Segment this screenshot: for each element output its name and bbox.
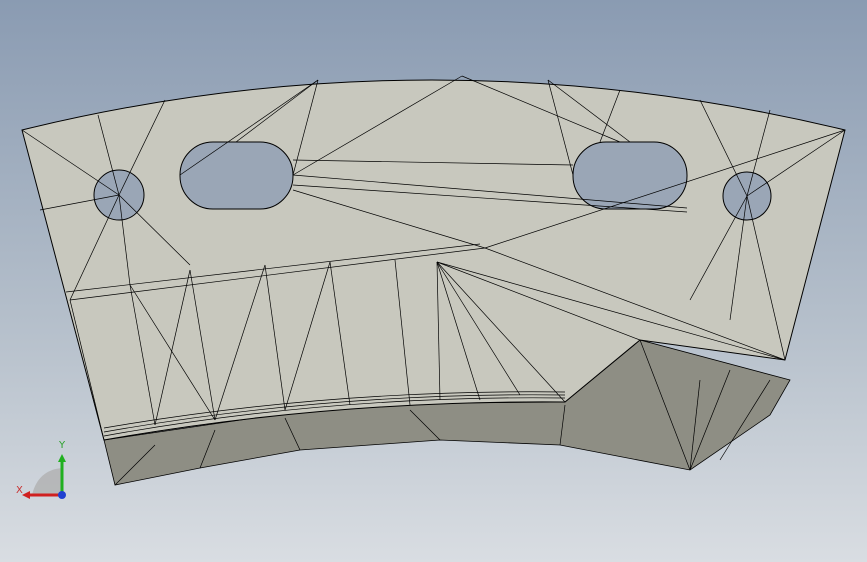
coordinate-triad: X Y: [14, 440, 74, 510]
y-axis-head: [58, 454, 66, 462]
triad-plane-icon: [32, 468, 62, 495]
right-slot-hole: [572, 141, 688, 210]
graphics-viewport[interactable]: X Y: [0, 0, 867, 562]
y-axis-label: Y: [59, 440, 66, 451]
x-axis-head: [22, 491, 30, 499]
mesh-model[interactable]: [0, 0, 867, 562]
x-axis-label: X: [16, 485, 23, 496]
z-axis-dot: [58, 491, 66, 499]
left-slot-hole: [179, 141, 294, 210]
